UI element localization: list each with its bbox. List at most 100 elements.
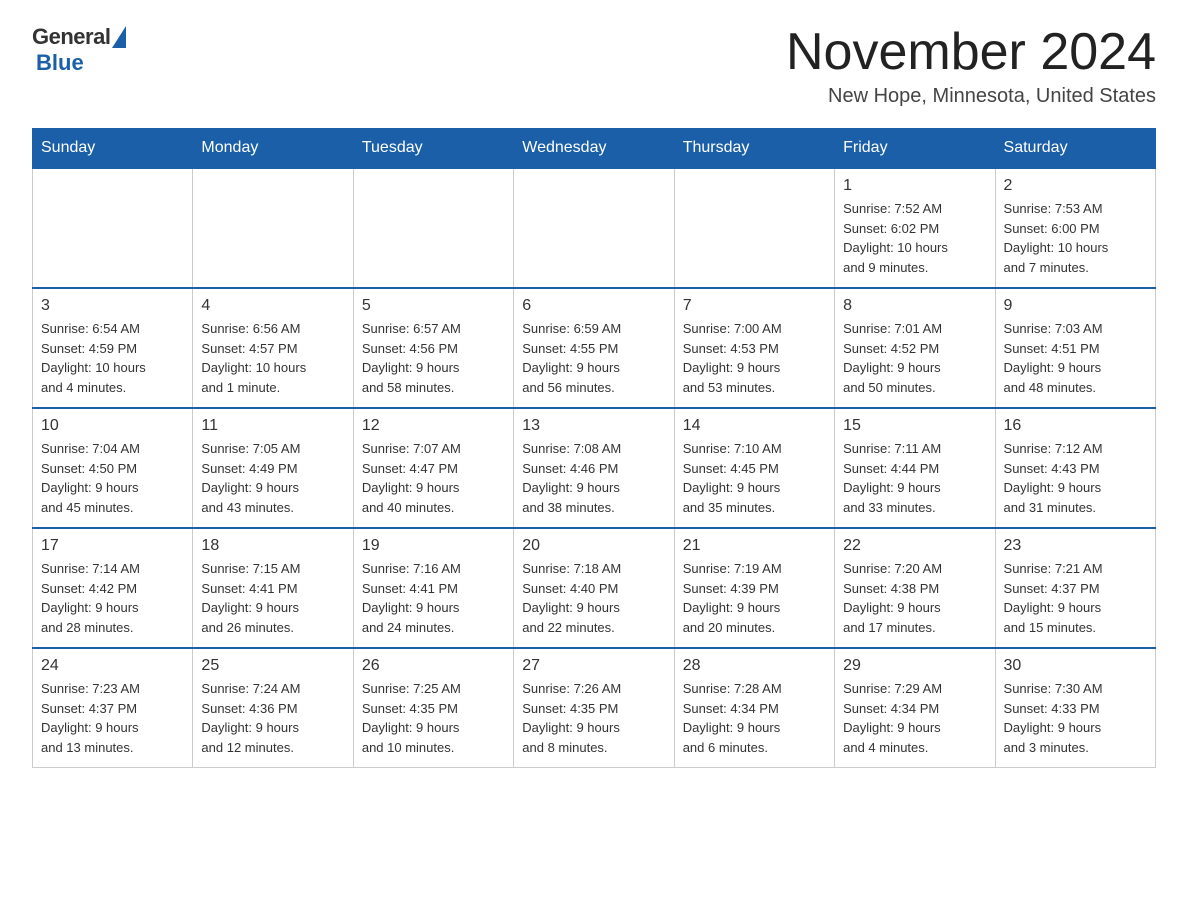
location-subtitle: New Hope, Minnesota, United States: [786, 85, 1156, 108]
calendar-header-monday: Monday: [193, 129, 353, 169]
day-number: 4: [201, 297, 344, 315]
calendar-cell: 20 Sunrise: 7:18 AM Sunset: 4:40 PM Dayli…: [514, 528, 674, 648]
calendar-cell: [514, 168, 674, 288]
day-info: Sunrise: 7:19 AM Sunset: 4:39 PM Dayligh…: [683, 559, 826, 637]
day-info: Sunrise: 7:05 AM Sunset: 4:49 PM Dayligh…: [201, 439, 344, 517]
calendar-cell: [193, 168, 353, 288]
day-number: 24: [41, 657, 184, 675]
day-info: Sunrise: 7:25 AM Sunset: 4:35 PM Dayligh…: [362, 679, 505, 757]
calendar-cell: 11 Sunrise: 7:05 AM Sunset: 4:49 PM Dayli…: [193, 408, 353, 528]
day-number: 20: [522, 537, 665, 555]
calendar-cell: 14 Sunrise: 7:10 AM Sunset: 4:45 PM Dayli…: [674, 408, 834, 528]
calendar-cell: 27Sunrise: 7:26 AM Sunset: 4:35 PM Dayli…: [514, 648, 674, 768]
calendar-week-5: 24 Sunrise: 7:23 AM Sunset: 4:37 PM Dayli…: [33, 648, 1156, 768]
day-number: 10: [41, 417, 184, 435]
calendar-cell: 23Sunrise: 7:21 AM Sunset: 4:37 PM Dayli…: [995, 528, 1155, 648]
day-info: Sunrise: 7:12 AM Sunset: 4:43 PM Dayligh…: [1004, 439, 1147, 517]
calendar-header-row: SundayMondayTuesdayWednesdayThursdayFrid…: [33, 129, 1156, 169]
calendar-cell: 24 Sunrise: 7:23 AM Sunset: 4:37 PM Dayli…: [33, 648, 193, 768]
day-number: 16: [1004, 417, 1147, 435]
calendar-header-saturday: Saturday: [995, 129, 1155, 169]
calendar-cell: 5 Sunrise: 6:57 AM Sunset: 4:56 PM Daylig…: [353, 288, 513, 408]
day-info: Sunrise: 7:52 AM Sunset: 6:02 PM Dayligh…: [843, 199, 986, 277]
logo-triangle-icon: [112, 26, 126, 48]
day-number: 9: [1004, 297, 1147, 315]
calendar-cell: 6 Sunrise: 6:59 AM Sunset: 4:55 PM Daylig…: [514, 288, 674, 408]
calendar-cell: 17Sunrise: 7:14 AM Sunset: 4:42 PM Dayli…: [33, 528, 193, 648]
day-number: 12: [362, 417, 505, 435]
day-info: Sunrise: 7:20 AM Sunset: 4:38 PM Dayligh…: [843, 559, 986, 637]
calendar-cell: 9 Sunrise: 7:03 AM Sunset: 4:51 PM Daylig…: [995, 288, 1155, 408]
day-info: Sunrise: 7:16 AM Sunset: 4:41 PM Dayligh…: [362, 559, 505, 637]
day-info: Sunrise: 6:54 AM Sunset: 4:59 PM Dayligh…: [41, 319, 184, 397]
calendar-cell: 26Sunrise: 7:25 AM Sunset: 4:35 PM Dayli…: [353, 648, 513, 768]
day-number: 19: [362, 537, 505, 555]
day-info: Sunrise: 7:04 AM Sunset: 4:50 PM Dayligh…: [41, 439, 184, 517]
calendar-cell: 7Sunrise: 7:00 AM Sunset: 4:53 PM Daylig…: [674, 288, 834, 408]
calendar-cell: 25 Sunrise: 7:24 AM Sunset: 4:36 PM Dayli…: [193, 648, 353, 768]
calendar-header-thursday: Thursday: [674, 129, 834, 169]
calendar-cell: 28 Sunrise: 7:28 AM Sunset: 4:34 PM Dayli…: [674, 648, 834, 768]
calendar-cell: 18Sunrise: 7:15 AM Sunset: 4:41 PM Dayli…: [193, 528, 353, 648]
day-number: 27: [522, 657, 665, 675]
day-number: 21: [683, 537, 826, 555]
calendar-week-1: 1 Sunrise: 7:52 AM Sunset: 6:02 PM Daylig…: [33, 168, 1156, 288]
day-number: 5: [362, 297, 505, 315]
day-info: Sunrise: 7:24 AM Sunset: 4:36 PM Dayligh…: [201, 679, 344, 757]
calendar-cell: 22 Sunrise: 7:20 AM Sunset: 4:38 PM Dayli…: [835, 528, 995, 648]
day-info: Sunrise: 7:28 AM Sunset: 4:34 PM Dayligh…: [683, 679, 826, 757]
day-info: Sunrise: 7:14 AM Sunset: 4:42 PM Dayligh…: [41, 559, 184, 637]
day-number: 29: [843, 657, 986, 675]
calendar-cell: 10 Sunrise: 7:04 AM Sunset: 4:50 PM Dayli…: [33, 408, 193, 528]
calendar-week-2: 3Sunrise: 6:54 AM Sunset: 4:59 PM Daylig…: [33, 288, 1156, 408]
day-number: 1: [843, 177, 986, 195]
day-info: Sunrise: 7:21 AM Sunset: 4:37 PM Dayligh…: [1004, 559, 1147, 637]
logo-blue-text: Blue: [36, 50, 84, 76]
day-info: Sunrise: 7:23 AM Sunset: 4:37 PM Dayligh…: [41, 679, 184, 757]
day-number: 7: [683, 297, 826, 315]
day-info: Sunrise: 7:15 AM Sunset: 4:41 PM Dayligh…: [201, 559, 344, 637]
page-header: General Blue November 2024 New Hope, Min…: [32, 24, 1156, 108]
day-number: 6: [522, 297, 665, 315]
day-info: Sunrise: 7:18 AM Sunset: 4:40 PM Dayligh…: [522, 559, 665, 637]
day-number: 8: [843, 297, 986, 315]
day-number: 11: [201, 417, 344, 435]
day-info: Sunrise: 7:29 AM Sunset: 4:34 PM Dayligh…: [843, 679, 986, 757]
logo-general-text: General: [32, 24, 110, 50]
calendar-table: SundayMondayTuesdayWednesdayThursdayFrid…: [32, 128, 1156, 768]
calendar-cell: 13Sunrise: 7:08 AM Sunset: 4:46 PM Dayli…: [514, 408, 674, 528]
calendar-week-3: 10 Sunrise: 7:04 AM Sunset: 4:50 PM Dayli…: [33, 408, 1156, 528]
day-number: 13: [522, 417, 665, 435]
calendar-header-wednesday: Wednesday: [514, 129, 674, 169]
calendar-cell: 19 Sunrise: 7:16 AM Sunset: 4:41 PM Dayli…: [353, 528, 513, 648]
day-number: 30: [1004, 657, 1147, 675]
day-info: Sunrise: 6:56 AM Sunset: 4:57 PM Dayligh…: [201, 319, 344, 397]
day-info: Sunrise: 7:01 AM Sunset: 4:52 PM Dayligh…: [843, 319, 986, 397]
calendar-cell: 29 Sunrise: 7:29 AM Sunset: 4:34 PM Dayli…: [835, 648, 995, 768]
day-info: Sunrise: 6:57 AM Sunset: 4:56 PM Dayligh…: [362, 319, 505, 397]
day-info: Sunrise: 7:11 AM Sunset: 4:44 PM Dayligh…: [843, 439, 986, 517]
title-section: November 2024 New Hope, Minnesota, Unite…: [786, 24, 1156, 108]
day-info: Sunrise: 6:59 AM Sunset: 4:55 PM Dayligh…: [522, 319, 665, 397]
day-info: Sunrise: 7:30 AM Sunset: 4:33 PM Dayligh…: [1004, 679, 1147, 757]
calendar-cell: [33, 168, 193, 288]
calendar-cell: 3Sunrise: 6:54 AM Sunset: 4:59 PM Daylig…: [33, 288, 193, 408]
calendar-header-friday: Friday: [835, 129, 995, 169]
calendar-cell: 15Sunrise: 7:11 AM Sunset: 4:44 PM Dayli…: [835, 408, 995, 528]
calendar-cell: 2Sunrise: 7:53 AM Sunset: 6:00 PM Daylig…: [995, 168, 1155, 288]
day-number: 22: [843, 537, 986, 555]
day-info: Sunrise: 7:03 AM Sunset: 4:51 PM Dayligh…: [1004, 319, 1147, 397]
day-info: Sunrise: 7:10 AM Sunset: 4:45 PM Dayligh…: [683, 439, 826, 517]
day-number: 25: [201, 657, 344, 675]
calendar-cell: 8 Sunrise: 7:01 AM Sunset: 4:52 PM Daylig…: [835, 288, 995, 408]
day-info: Sunrise: 7:07 AM Sunset: 4:47 PM Dayligh…: [362, 439, 505, 517]
calendar-cell: 12 Sunrise: 7:07 AM Sunset: 4:47 PM Dayli…: [353, 408, 513, 528]
day-number: 28: [683, 657, 826, 675]
calendar-cell: 16 Sunrise: 7:12 AM Sunset: 4:43 PM Dayli…: [995, 408, 1155, 528]
day-number: 14: [683, 417, 826, 435]
day-info: Sunrise: 7:53 AM Sunset: 6:00 PM Dayligh…: [1004, 199, 1147, 277]
calendar-header-tuesday: Tuesday: [353, 129, 513, 169]
calendar-cell: 30 Sunrise: 7:30 AM Sunset: 4:33 PM Dayli…: [995, 648, 1155, 768]
calendar-cell: 4 Sunrise: 6:56 AM Sunset: 4:57 PM Daylig…: [193, 288, 353, 408]
month-title: November 2024: [786, 24, 1156, 81]
